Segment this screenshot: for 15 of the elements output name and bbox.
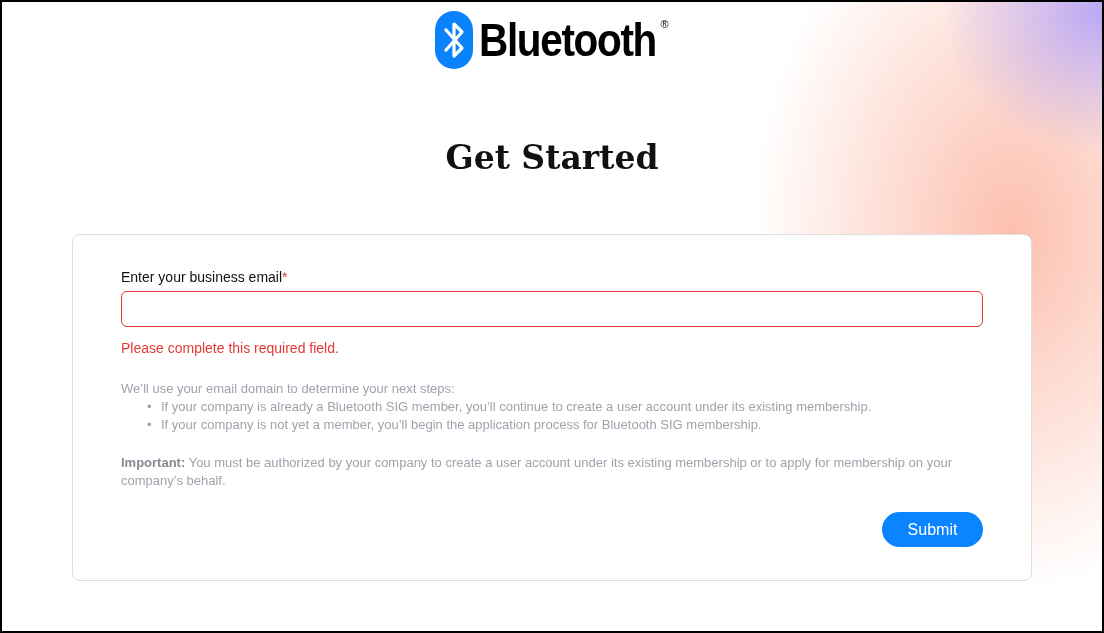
bullet-marker: • (147, 398, 153, 416)
bluetooth-icon (435, 11, 474, 69)
required-mark: * (282, 269, 288, 285)
page-title: Get Started (445, 137, 659, 179)
email-field[interactable] (121, 291, 983, 327)
info-bullet: If your company is already a Bluetooth SIG member, you’ll continue to create a user account under its existing membership. (161, 398, 872, 416)
bullet-marker: • (147, 416, 153, 434)
error-message: Please complete this required field. (121, 340, 340, 356)
submit-button[interactable]: Submit (882, 512, 983, 547)
info-bullet: If your company is not yet a member, you’ll begin the application process for Bluetooth SIG membership. (161, 416, 762, 434)
logo-wordmark: Bluetooth (479, 13, 657, 67)
field-label: Enter your business email (121, 269, 283, 285)
registered-mark: ® (660, 18, 669, 30)
info-text: We’ll use your email domain to determine your next steps: (121, 380, 456, 398)
important-note: Important: You must be authorized by your company to create a user account under its existing membership or to apply for membership on your company’s behalf. (121, 454, 953, 490)
